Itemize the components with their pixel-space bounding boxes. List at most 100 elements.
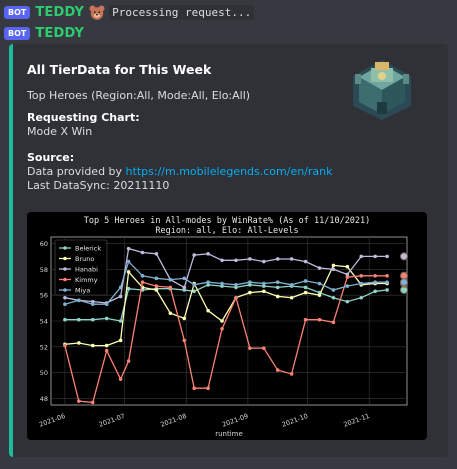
legend-marker xyxy=(63,288,67,292)
data-point-hanabi xyxy=(275,257,280,261)
x-tick-label: 2021-10 xyxy=(281,412,309,429)
chart-title: Top 5 Heroes in All-modes by WinRate% (A… xyxy=(84,216,371,226)
chart-subtitle: Region: all, Elo: All-Levels xyxy=(155,226,298,236)
data-point-belerick xyxy=(303,285,308,290)
data-point-bruno xyxy=(104,343,109,348)
data-point-miya xyxy=(140,273,145,278)
data-point-miya xyxy=(63,302,67,306)
winrate-chart[interactable]: Top 5 Heroes in All-modes by WinRate% (A… xyxy=(27,212,427,440)
data-point-belerick xyxy=(385,288,389,292)
data-point-hanabi xyxy=(63,295,67,300)
data-point-hanabi xyxy=(385,254,389,259)
data-point-kimmy xyxy=(220,326,224,331)
data-point-kimmy xyxy=(359,273,364,278)
data-point-miya xyxy=(154,276,159,281)
source-field-value: Data provided by https://m.mobilelegends… xyxy=(27,165,333,193)
data-point-kimmy xyxy=(168,285,173,290)
x-tick-label: 2021-09 xyxy=(221,412,249,429)
bot-tag: BOT xyxy=(4,26,31,40)
source-prefix: Data provided by xyxy=(27,165,126,178)
data-point-miya xyxy=(90,302,95,306)
data-point-kimmy xyxy=(345,275,350,279)
y-tick-label: 56 xyxy=(40,292,48,300)
last-sync: Last DataSync: 20211110 xyxy=(27,179,170,192)
castle-thumbnail-icon[interactable] xyxy=(347,54,417,124)
data-point-kimmy xyxy=(140,280,145,285)
data-point-belerick xyxy=(118,319,123,323)
data-point-hanabi xyxy=(289,257,294,261)
data-point-belerick xyxy=(373,289,377,294)
reply-message-header: BOT TEDDY xyxy=(4,24,89,42)
data-point-miya xyxy=(220,281,224,286)
data-point-kimmy xyxy=(248,346,252,350)
data-point-kimmy xyxy=(104,348,109,353)
data-point-kimmy xyxy=(289,372,294,376)
data-point-miya xyxy=(385,280,389,285)
data-point-hanabi xyxy=(220,258,224,263)
x-axis-label: runtime xyxy=(215,430,243,438)
data-point-belerick xyxy=(345,299,350,304)
data-point-belerick xyxy=(359,295,364,300)
data-point-belerick xyxy=(63,317,67,322)
data-point-miya xyxy=(303,279,308,283)
data-point-hanabi xyxy=(234,258,238,263)
data-point-bruno xyxy=(262,289,266,294)
data-point-bruno xyxy=(345,264,350,269)
legend-label: Kimmy xyxy=(75,276,98,284)
data-point-kimmy xyxy=(77,399,81,403)
y-tick-label: 48 xyxy=(40,395,48,403)
legend-label: Bruno xyxy=(75,255,94,263)
data-point-kimmy xyxy=(234,295,238,300)
bot-tag: BOT xyxy=(4,5,31,19)
x-tick-label: 2021-07 xyxy=(98,412,126,429)
legend-marker xyxy=(63,246,67,250)
chart-svg: Top 5 Heroes in All-modes by WinRate% (A… xyxy=(38,216,409,438)
y-tick-label: 50 xyxy=(40,369,48,377)
source-link[interactable]: https://m.mobilelegends.com/en/rank xyxy=(126,165,333,178)
data-point-miya xyxy=(126,259,131,264)
data-point-bruno xyxy=(154,288,159,292)
data-point-hanabi xyxy=(206,252,210,256)
data-point-miya xyxy=(192,283,196,287)
data-point-bruno xyxy=(90,343,95,348)
bot-username[interactable]: TEDDY xyxy=(35,26,84,41)
embed-title: All TierData for This Week xyxy=(27,62,212,77)
processing-message: BOT TEDDY Processing request... xyxy=(4,3,255,21)
data-point-kimmy xyxy=(90,400,95,405)
data-point-miya xyxy=(118,285,123,290)
legend-marker xyxy=(63,267,67,271)
bot-username[interactable]: TEDDY xyxy=(35,5,84,20)
data-point-belerick xyxy=(104,316,109,321)
data-point-kimmy xyxy=(373,273,377,278)
data-point-bruno xyxy=(275,294,280,299)
x-tick-label: 2021-08 xyxy=(159,412,187,429)
data-point-miya xyxy=(289,283,294,287)
data-point-hanabi xyxy=(303,259,308,264)
data-point-belerick xyxy=(77,317,81,322)
data-point-miya xyxy=(182,276,187,281)
data-point-bruno xyxy=(289,295,294,300)
data-point-hanabi xyxy=(126,246,131,251)
data-point-kimmy xyxy=(385,273,389,278)
x-tick-label: 2021-11 xyxy=(342,412,370,429)
data-point-bruno xyxy=(168,311,173,316)
data-point-miya xyxy=(331,288,336,292)
data-point-belerick xyxy=(90,317,95,322)
bear-emoji-icon xyxy=(89,5,105,20)
data-point-kimmy xyxy=(331,320,336,325)
data-point-kimmy xyxy=(126,359,131,363)
hero-avatar-marker-hanabi xyxy=(399,252,409,261)
chart-field-name: Requesting Chart: xyxy=(27,111,140,124)
data-point-hanabi xyxy=(248,257,252,261)
source-field-name: Source: xyxy=(27,151,75,164)
data-point-bruno xyxy=(248,290,252,295)
data-point-hanabi xyxy=(192,253,196,257)
data-point-bruno xyxy=(77,341,81,345)
y-tick-label: 60 xyxy=(40,240,48,248)
tierdata-embed: All TierData for This Week Top Heroes (R… xyxy=(9,44,448,457)
data-point-hanabi xyxy=(182,285,187,290)
data-point-kimmy xyxy=(206,386,210,390)
data-point-bruno xyxy=(126,270,131,274)
data-point-bruno xyxy=(182,316,187,321)
data-point-miya xyxy=(359,281,364,286)
